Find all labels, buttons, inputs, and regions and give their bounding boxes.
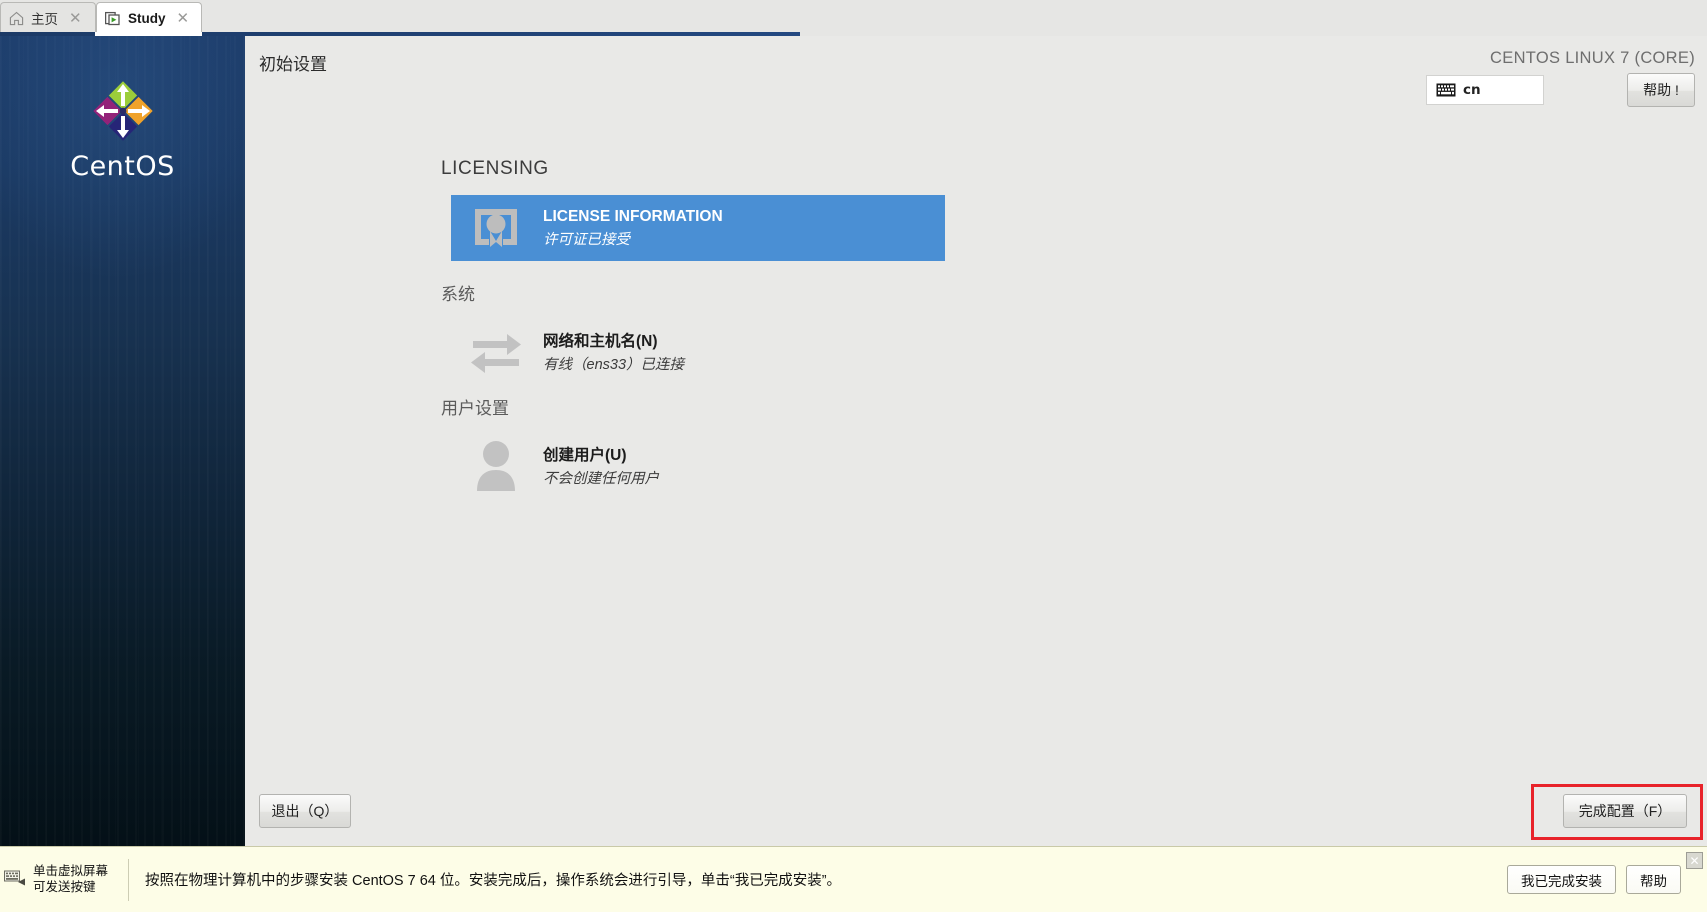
installation-complete-button[interactable]: 我已完成安装 xyxy=(1507,865,1616,894)
spoke-title: 创建用户(U) xyxy=(543,446,627,464)
send-key-hint-line1: 单击虚拟屏幕 xyxy=(33,864,109,879)
quit-button[interactable]: 退出（Q） xyxy=(259,794,351,828)
centos-logo-text: CentOS xyxy=(70,151,175,182)
spoke-title: 网络和主机名(N) xyxy=(543,332,658,350)
tab-study-label: Study xyxy=(128,10,166,26)
status-help-button[interactable]: 帮助 xyxy=(1626,865,1681,894)
tab-home-label: 主页 xyxy=(31,12,58,27)
initial-setup-window: CentOS 初始设置 CENTOS LINUX 7 (CORE) cn 帮助 … xyxy=(0,36,1707,846)
status-actions: 我已完成安装 帮助 xyxy=(1507,865,1707,894)
spoke-create-user[interactable]: 创建用户(U) 不会创建任何用户 xyxy=(451,432,945,498)
spoke-network-hostname[interactable]: 网络和主机名(N) 有线（ens33）已连接 xyxy=(451,318,945,384)
tab-home-close-icon[interactable]: ✕ xyxy=(69,11,82,26)
section-title-user-settings: 用户设置 xyxy=(441,399,509,418)
spoke-title: LICENSE INFORMATION xyxy=(543,207,723,225)
tab-home[interactable]: 主页 ✕ xyxy=(0,2,96,33)
send-key-hint-line2: 可发送按键 xyxy=(33,879,96,894)
status-message: 按照在物理计算机中的步骤安装 CentOS 7 64 位。安装完成后，操作系统会… xyxy=(145,873,842,889)
tab-study-close-icon[interactable]: ✕ xyxy=(177,11,190,26)
page-title: 初始设置 xyxy=(259,55,327,74)
vm-play-icon xyxy=(104,11,121,26)
section-title-licensing: LICENSING xyxy=(441,158,549,179)
keyboard-send-icon xyxy=(4,868,26,890)
network-arrows-icon xyxy=(465,324,527,378)
tab-strip: 主页 ✕ Study ✕ xyxy=(0,0,1707,36)
centos-logo-icon xyxy=(92,80,154,142)
centos-branding: CentOS xyxy=(0,80,245,182)
tab-study[interactable]: Study ✕ xyxy=(96,2,202,33)
send-key-hint: 单击虚拟屏幕 可发送按键 xyxy=(0,864,128,895)
sidebar: CentOS xyxy=(0,36,245,846)
license-certificate-icon xyxy=(465,201,527,255)
distro-label: CENTOS LINUX 7 (CORE) xyxy=(1490,49,1695,67)
vmware-window: 主页 ✕ Study ✕ CentOS 初始设置 CENTOS LINUX 7 … xyxy=(0,0,1707,912)
spoke-license-information[interactable]: LICENSE INFORMATION 许可证已接受 xyxy=(451,195,945,261)
spoke-status: 许可证已接受 xyxy=(543,231,630,248)
vmware-status-bar: 单击虚拟屏幕 可发送按键 按照在物理计算机中的步骤安装 CentOS 7 64 … xyxy=(0,846,1707,912)
spoke-status: 不会创建任何用户 xyxy=(543,470,659,487)
spoke-status: 有线（ens33）已连接 xyxy=(543,356,685,373)
window-footer: 退出（Q） 完成配置（F） xyxy=(245,780,1707,846)
window-header: 初始设置 CENTOS LINUX 7 (CORE) cn 帮助 ! xyxy=(245,36,1707,107)
home-icon xyxy=(9,11,24,26)
section-title-system: 系统 xyxy=(441,285,475,304)
user-avatar-icon xyxy=(465,438,527,492)
hub-content: LICENSING LICENSE INFORMATION 许可证已接受 系统 … xyxy=(245,92,1707,780)
close-icon[interactable]: ✕ xyxy=(1686,852,1703,869)
finish-configuration-button[interactable]: 完成配置（F） xyxy=(1563,794,1687,828)
